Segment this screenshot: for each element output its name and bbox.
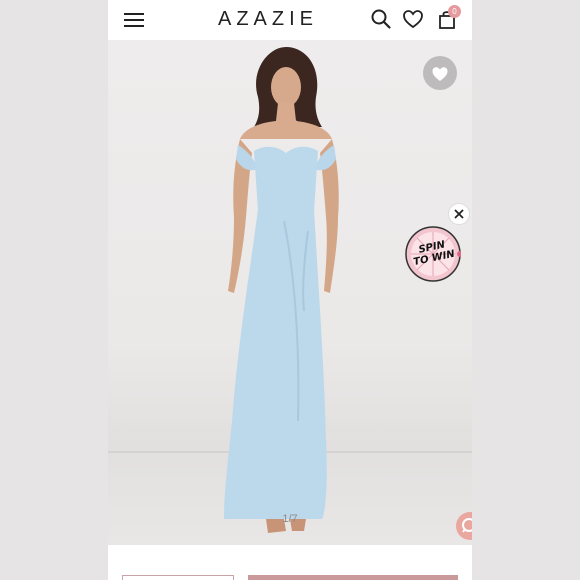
model-in-dress-illustration [224, 47, 339, 533]
heart-outline-icon[interactable] [402, 8, 424, 30]
heart-icon [432, 67, 448, 81]
search-icon[interactable] [370, 8, 392, 30]
product-image[interactable]: 1/7 [108, 41, 472, 545]
bottom-action-bar [108, 545, 472, 580]
top-nav-bar: AZAZIE 0 [108, 0, 472, 41]
cart-count-badge: 0 [448, 5, 461, 18]
brand-logo[interactable]: AZAZIE [188, 8, 348, 31]
primary-action-button[interactable] [248, 575, 458, 580]
secondary-action-button[interactable] [122, 575, 234, 580]
spin-to-win-widget[interactable]: SPIN TO WIN [405, 226, 461, 282]
shopping-bag-icon[interactable]: 0 [436, 5, 461, 30]
chat-bubble-icon[interactable] [456, 512, 472, 540]
hamburger-menu-icon[interactable] [124, 11, 146, 29]
close-icon[interactable] [448, 203, 470, 225]
mobile-page: AZAZIE 0 1/7 SPIN TO WIN [108, 0, 472, 580]
image-counter: 1/7 [282, 513, 298, 525]
wishlist-button[interactable] [423, 56, 457, 90]
